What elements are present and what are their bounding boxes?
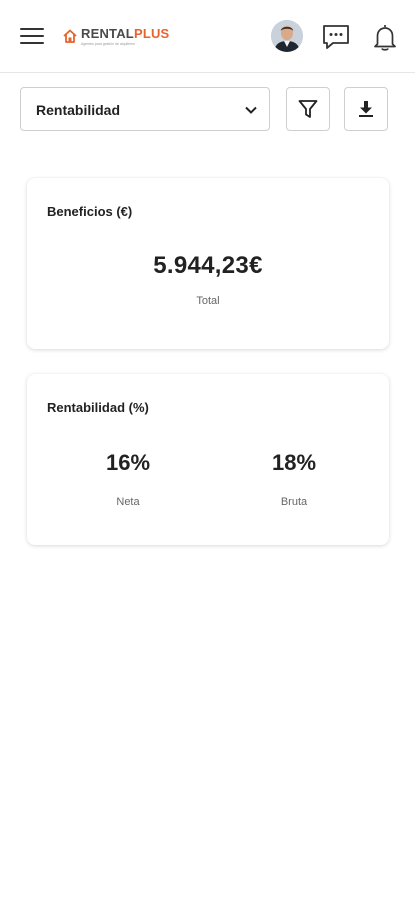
bruta-label: Bruta (280, 496, 308, 508)
download-button[interactable] (344, 87, 388, 131)
logo-tagline: Agentes para gestión de alquileres (81, 42, 135, 46)
house-logo-icon (63, 29, 77, 43)
beneficios-total-value: 5.944,23€ (153, 252, 263, 279)
report-type-value: Rentabilidad (36, 102, 121, 118)
app-header: RENTALPLUS Agentes para gestión de alqui… (0, 0, 415, 73)
beneficios-card: Beneficios (€) 5.944,23€ Total (27, 178, 389, 349)
logo-wordmark: RENTALPLUS (81, 26, 170, 41)
download-icon (359, 101, 373, 117)
bruta-metric: 18% Bruta (219, 450, 369, 508)
neta-label: Neta (116, 496, 140, 508)
filter-icon (298, 100, 318, 118)
bruta-value: 18% (271, 450, 317, 475)
neta-value: 16% (105, 450, 151, 475)
app-logo: RENTALPLUS Agentes para gestión de alqui… (62, 26, 169, 50)
bell-icon[interactable] (370, 22, 400, 52)
user-avatar-icon (271, 20, 303, 52)
rentabilidad-card: Rentabilidad (%) 16% Neta 18% Bruta (27, 374, 389, 545)
neta-metric: 16% Neta (53, 450, 203, 508)
avatar[interactable] (271, 20, 303, 52)
menu-icon[interactable] (20, 28, 44, 46)
beneficios-total-label: Total (196, 295, 220, 307)
report-type-select[interactable]: Rentabilidad (20, 87, 270, 131)
chevron-down-icon (245, 106, 257, 114)
rentabilidad-title: Rentabilidad (%) (47, 400, 149, 415)
beneficios-title: Beneficios (€) (47, 204, 133, 219)
chat-icon[interactable] (321, 22, 351, 52)
filter-button[interactable] (286, 87, 330, 131)
